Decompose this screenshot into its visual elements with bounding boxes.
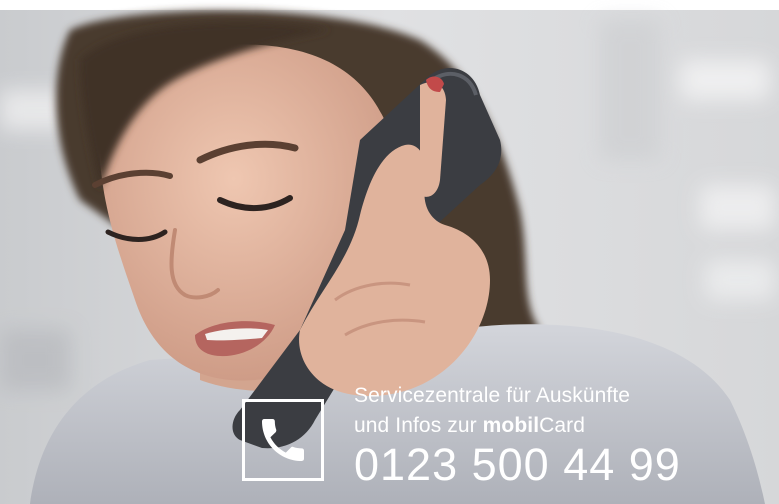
service-heading-line-2: und Infos zur mobilCard xyxy=(354,414,585,438)
line2-prefix: und Infos zur xyxy=(354,414,483,437)
phone-handset-icon xyxy=(262,419,304,461)
hero-banner: Servicezentrale für Auskünfte und Infos … xyxy=(0,0,779,504)
brand-mobil: mobil xyxy=(482,414,540,437)
phone-number[interactable]: 0123 500 44 99 xyxy=(354,438,681,492)
service-contact-overlay: Servicezentrale für Auskünfte und Infos … xyxy=(242,384,772,494)
phone-icon-box xyxy=(242,399,324,481)
brand-card: Card xyxy=(539,414,586,437)
service-heading-line-1: Servicezentrale für Auskünfte xyxy=(354,384,631,407)
